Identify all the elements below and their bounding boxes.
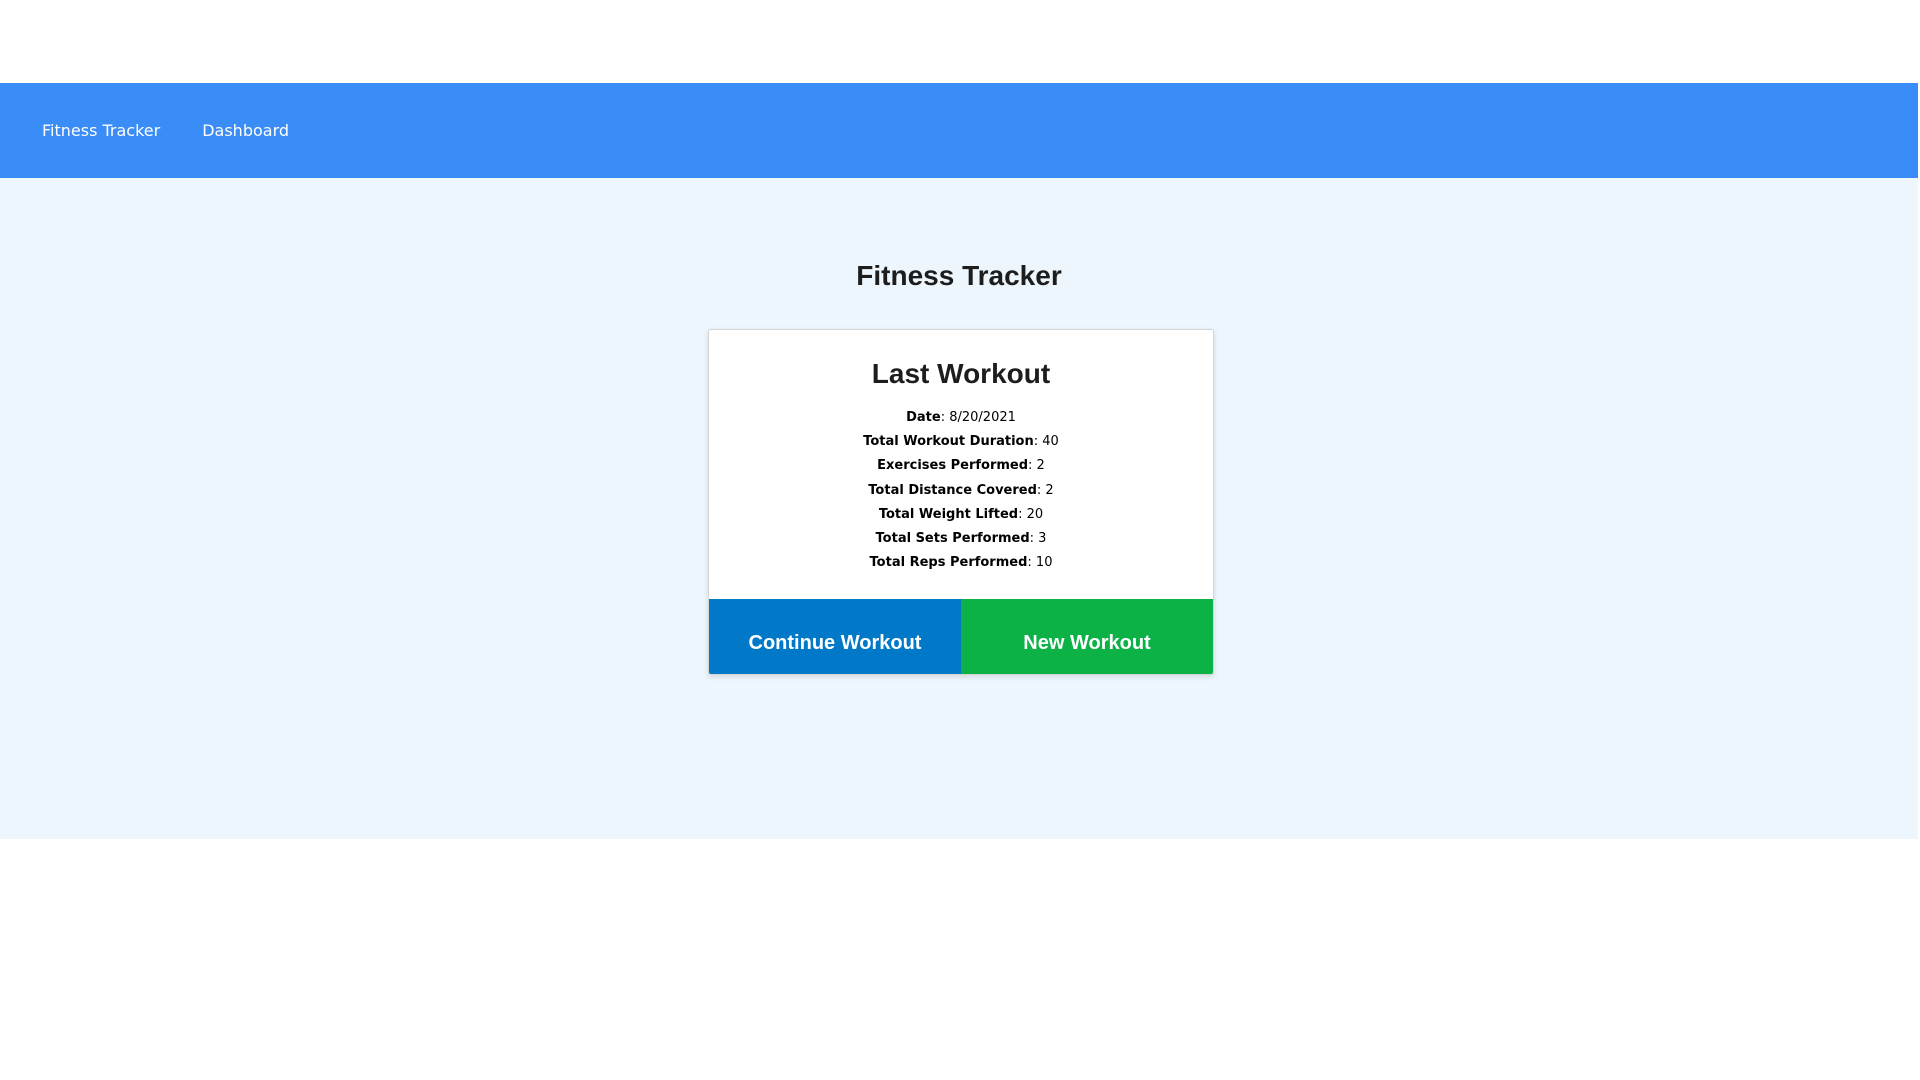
stat-sets-performed: Total Sets Performed: 3 — [709, 527, 1213, 551]
last-workout-card: Last Workout Date: 8/20/2021 Total Worko… — [708, 329, 1214, 675]
stat-label: Total Sets Performed — [875, 530, 1030, 546]
stat-value: : 3 — [1029, 530, 1047, 546]
workout-stats: Date: 8/20/2021 Total Workout Duration: … — [709, 406, 1213, 575]
new-workout-button[interactable]: New Workout — [961, 599, 1213, 674]
stat-distance-covered: Total Distance Covered: 2 — [709, 479, 1213, 503]
nav-link-dashboard[interactable]: Dashboard — [181, 83, 310, 178]
stat-exercises-performed: Exercises Performed: 2 — [709, 454, 1213, 478]
stat-label: Total Workout Duration — [863, 434, 1034, 450]
stat-value: : 20 — [1018, 506, 1044, 522]
stat-value: : 2 — [1028, 458, 1045, 474]
stat-value: : 8/20/2021 — [940, 410, 1016, 425]
card-actions: Continue Workout New Workout — [709, 599, 1213, 674]
stat-label: Date — [906, 410, 941, 425]
stat-total-duration: Total Workout Duration: 40 — [709, 430, 1213, 454]
stat-date: Date: 8/20/2021 — [709, 406, 1213, 430]
card-title: Last Workout — [871, 358, 1051, 389]
continue-workout-button[interactable]: Continue Workout — [709, 599, 961, 674]
stat-value: : 10 — [1027, 555, 1053, 571]
stat-label: Exercises Performed — [877, 458, 1029, 474]
main-content: Fitness Tracker Last Workout Date: 8/20/… — [0, 178, 1918, 839]
stat-value: : 40 — [1033, 434, 1059, 450]
stat-value: : 2 — [1036, 482, 1054, 498]
stat-reps-performed: Total Reps Performed: 10 — [709, 551, 1213, 575]
stat-label: Total Distance Covered — [868, 482, 1037, 498]
stat-label: Total Weight Lifted — [878, 506, 1019, 522]
top-spacer — [0, 0, 1920, 83]
page-title: Fitness Tracker — [856, 260, 1062, 291]
navbar: Fitness Tracker Dashboard — [0, 83, 1918, 178]
nav-link-fitness-tracker[interactable]: Fitness Tracker — [0, 83, 181, 178]
stat-label: Total Reps Performed — [869, 555, 1028, 571]
stat-weight-lifted: Total Weight Lifted: 20 — [709, 503, 1213, 527]
